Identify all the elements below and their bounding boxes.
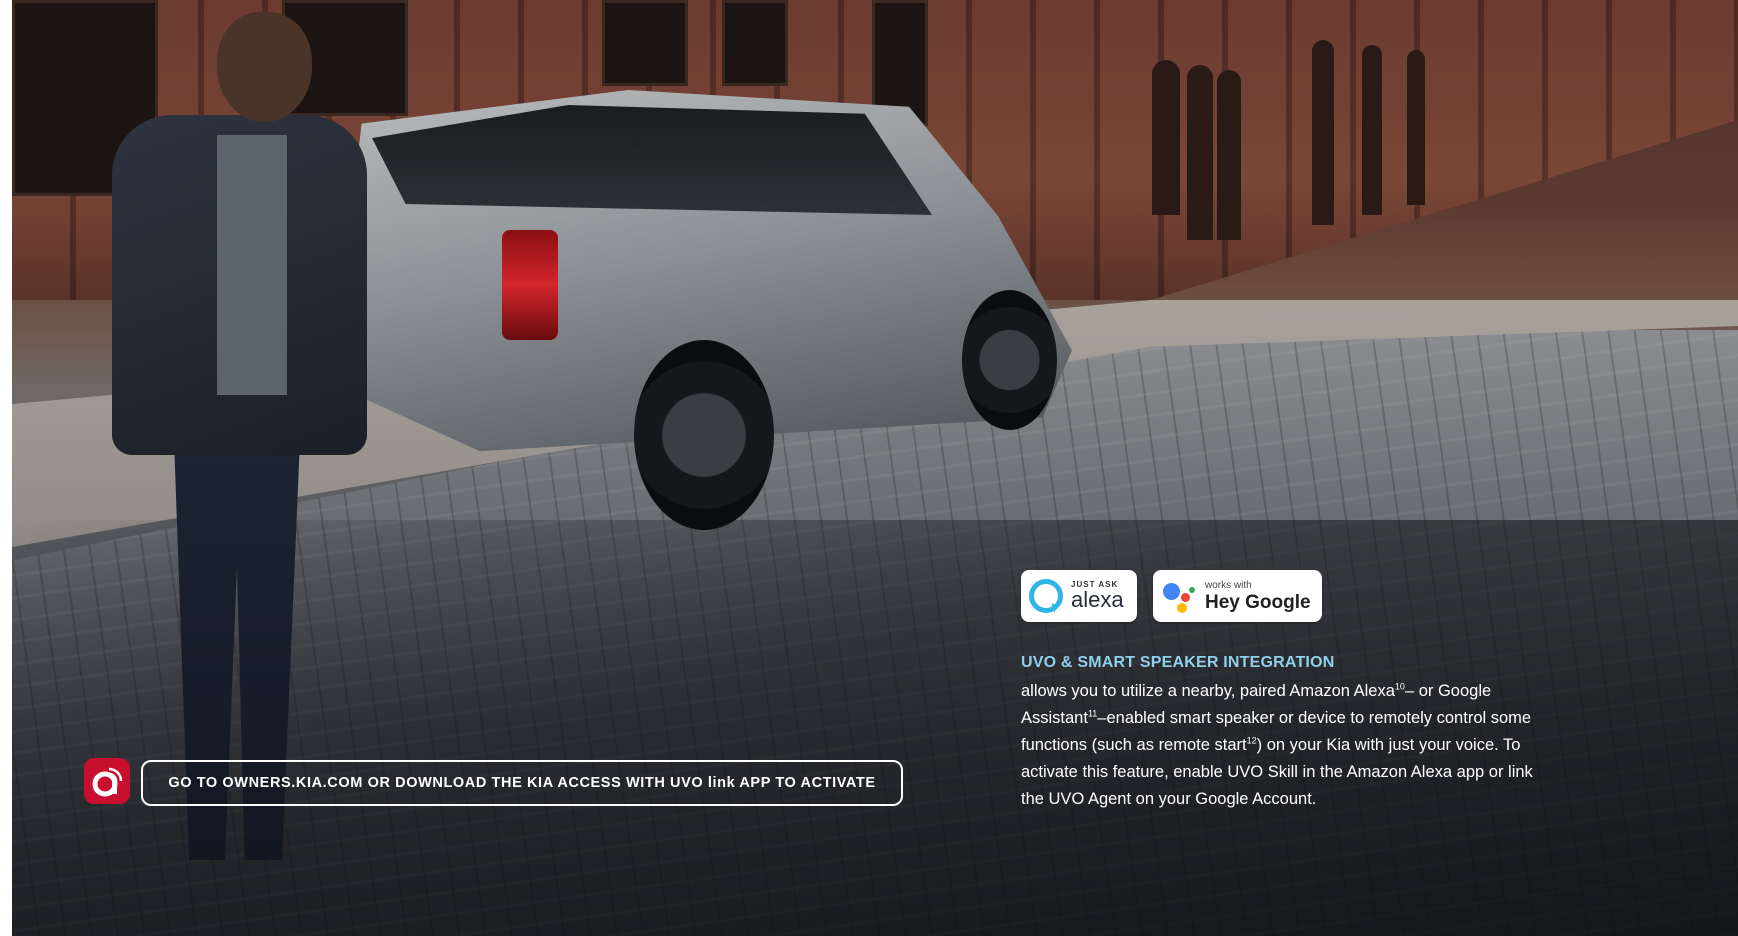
building-arch	[1217, 70, 1241, 240]
man-shirt	[217, 135, 287, 395]
building-arch	[1152, 60, 1180, 215]
building-window	[722, 0, 788, 86]
building-arch	[1312, 40, 1334, 225]
google-assistant-icon	[1163, 579, 1197, 613]
alexa-badge: JUST ASK alexa	[1021, 570, 1137, 622]
man-head	[217, 12, 312, 122]
activate-cta-text: GO TO OWNERS.KIA.COM OR DOWNLOAD THE KIA…	[168, 775, 876, 791]
feature-block: UVO & SMART SPEAKER INTEGRATION allows y…	[1021, 654, 1541, 813]
building-arch	[1187, 65, 1213, 240]
alexa-badge-big: alexa	[1071, 587, 1124, 612]
footnote-ref: 12	[1246, 735, 1257, 746]
activate-cta[interactable]: GO TO OWNERS.KIA.COM OR DOWNLOAD THE KIA…	[141, 760, 903, 806]
app-glyph-icon	[92, 767, 123, 797]
google-badge: works with Hey Google	[1153, 570, 1322, 622]
alexa-logo-icon	[1029, 579, 1063, 613]
google-badge-small: works with	[1205, 579, 1252, 591]
building-arch	[1362, 45, 1382, 215]
suv-rear-wheel	[634, 340, 774, 530]
suv-taillight	[502, 230, 558, 340]
kia-access-app-icon	[84, 758, 130, 804]
suv-front-wheel	[962, 290, 1057, 430]
footnote-ref: 10	[1394, 681, 1405, 692]
feature-body: allows you to utilize a nearby, paired A…	[1021, 678, 1541, 813]
feature-body-text: allows you to utilize a nearby, paired A…	[1021, 682, 1395, 700]
feature-title: UVO & SMART SPEAKER INTEGRATION	[1021, 654, 1335, 671]
footnote-ref: 11	[1087, 708, 1098, 719]
building-window	[602, 0, 688, 86]
building-arch	[1407, 50, 1425, 205]
google-badge-big: Hey Google	[1205, 591, 1311, 613]
